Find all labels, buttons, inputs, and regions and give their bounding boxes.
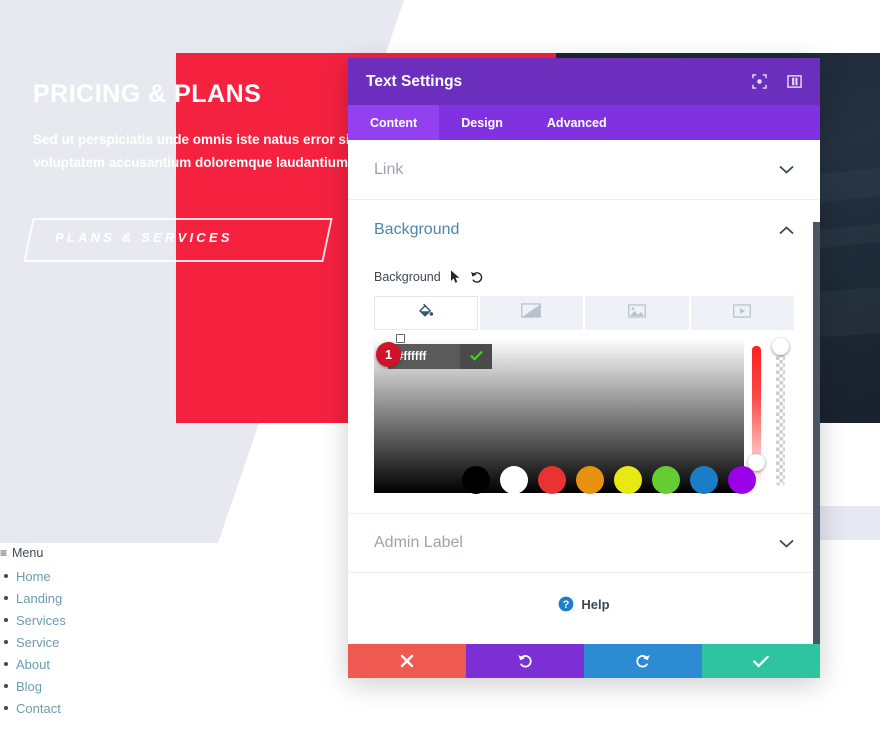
background-type-color-fill[interactable] bbox=[374, 296, 478, 330]
focus-target-icon[interactable] bbox=[752, 74, 767, 89]
list-item[interactable]: About bbox=[0, 653, 200, 675]
swatch-orange[interactable] bbox=[576, 466, 604, 494]
modal-scrollbar[interactable] bbox=[813, 222, 820, 644]
alpha-slider-track[interactable] bbox=[776, 346, 785, 486]
background-field-label: Background bbox=[374, 270, 441, 284]
tab-design[interactable]: Design bbox=[439, 105, 525, 140]
tab-advanced[interactable]: Advanced bbox=[525, 105, 629, 140]
swatch-red[interactable] bbox=[538, 466, 566, 494]
text-settings-modal: Text Settings Content Design Advanced Li… bbox=[348, 58, 820, 678]
list-item[interactable]: Blog bbox=[0, 675, 200, 697]
help-question-icon[interactable]: ? bbox=[558, 596, 574, 612]
bullet-icon bbox=[4, 640, 8, 644]
swatch-yellow[interactable] bbox=[614, 466, 642, 494]
tab-content[interactable]: Content bbox=[348, 105, 440, 140]
page-title: PRICING & PLANS bbox=[33, 80, 262, 108]
background-section-body: Background #ffffff 1 bbox=[348, 262, 820, 494]
svg-text:?: ? bbox=[563, 599, 570, 611]
help-label: Help bbox=[581, 596, 610, 612]
modal-title: Text Settings bbox=[366, 72, 463, 90]
menu-item-label: Landing bbox=[16, 590, 63, 606]
list-item[interactable]: Services bbox=[0, 609, 200, 631]
color-swatch-row bbox=[462, 466, 756, 494]
bullet-icon bbox=[4, 574, 8, 578]
background-field-header: Background bbox=[374, 262, 794, 292]
bullet-icon bbox=[4, 596, 8, 600]
list-item[interactable]: Home bbox=[0, 565, 200, 587]
modal-header: Text Settings bbox=[348, 58, 820, 105]
chevron-down-icon bbox=[779, 539, 794, 548]
background-type-video[interactable] bbox=[690, 296, 794, 330]
redo-button[interactable] bbox=[584, 644, 702, 678]
section-link-label: Link bbox=[374, 160, 404, 178]
list-item[interactable]: Contact bbox=[0, 697, 200, 719]
hex-confirm-button[interactable] bbox=[460, 344, 492, 369]
bullet-icon bbox=[4, 662, 8, 666]
help-area: ? Help bbox=[348, 573, 820, 635]
reset-undo-icon[interactable] bbox=[470, 270, 484, 284]
menu-list: Home Landing Services Service About Blog bbox=[0, 565, 200, 719]
swatch-white[interactable] bbox=[500, 466, 528, 494]
redo-icon bbox=[635, 653, 651, 669]
section-admin-label-label: Admin Label bbox=[374, 534, 463, 551]
menu-item-label: Home bbox=[16, 568, 51, 584]
gradient-icon bbox=[521, 303, 542, 323]
site-menu: ≡ Menu Home Landing Services Service Abo… bbox=[0, 546, 200, 719]
modal-body: Link Background Background #ffffff 1 Adm… bbox=[348, 140, 820, 644]
saturation-cursor-handle[interactable] bbox=[396, 334, 405, 343]
image-icon bbox=[627, 303, 646, 323]
menu-heading[interactable]: ≡ Menu bbox=[0, 546, 200, 565]
undo-button[interactable] bbox=[466, 644, 584, 678]
background-type-gradient[interactable] bbox=[479, 296, 583, 330]
chevron-down-icon bbox=[779, 165, 794, 174]
swatch-purple[interactable] bbox=[728, 466, 756, 494]
menu-item-label: Service bbox=[16, 634, 60, 650]
video-icon bbox=[733, 303, 752, 323]
modal-tabs: Content Design Advanced bbox=[348, 105, 820, 140]
save-button[interactable] bbox=[702, 644, 820, 678]
section-background-label: Background bbox=[374, 221, 460, 238]
modal-footer bbox=[348, 644, 820, 678]
bullet-icon bbox=[4, 618, 8, 622]
color-fill-icon bbox=[417, 302, 434, 324]
hex-input-group bbox=[388, 344, 492, 369]
chevron-up-icon bbox=[779, 225, 794, 235]
close-x-icon bbox=[400, 654, 414, 668]
color-picker[interactable]: 1 bbox=[374, 334, 792, 494]
step-badge: 1 bbox=[376, 342, 401, 367]
menu-item-label: Blog bbox=[16, 678, 43, 694]
alpha-slider-handle[interactable] bbox=[772, 338, 789, 355]
panel-layout-icon[interactable] bbox=[787, 74, 802, 89]
check-icon bbox=[753, 655, 769, 668]
list-item[interactable]: Service bbox=[0, 631, 200, 653]
menu-item-label: About bbox=[16, 656, 50, 672]
undo-icon bbox=[517, 653, 533, 669]
swatch-blue[interactable] bbox=[690, 466, 718, 494]
section-background[interactable]: Background bbox=[348, 200, 820, 260]
background-type-image[interactable] bbox=[585, 296, 689, 330]
swatch-green[interactable] bbox=[652, 466, 680, 494]
background-type-tabs bbox=[374, 296, 794, 330]
section-admin-label[interactable]: Admin Label bbox=[348, 513, 820, 573]
hamburger-icon: ≡ bbox=[0, 546, 8, 560]
section-link[interactable]: Link bbox=[348, 140, 820, 200]
mouse-pointer-icon bbox=[450, 270, 461, 284]
menu-item-label: Services bbox=[16, 612, 66, 628]
green-check-icon bbox=[469, 348, 483, 366]
bullet-icon bbox=[4, 706, 8, 710]
modal-header-icons bbox=[752, 74, 802, 89]
list-item[interactable]: Landing bbox=[0, 587, 200, 609]
cancel-button[interactable] bbox=[348, 644, 466, 678]
bullet-icon bbox=[4, 684, 8, 688]
plans-services-button-label: PLANS & SERVICES bbox=[55, 230, 233, 245]
menu-heading-label: Menu bbox=[12, 546, 44, 560]
swatch-black[interactable] bbox=[462, 466, 490, 494]
menu-item-label: Contact bbox=[16, 700, 61, 716]
